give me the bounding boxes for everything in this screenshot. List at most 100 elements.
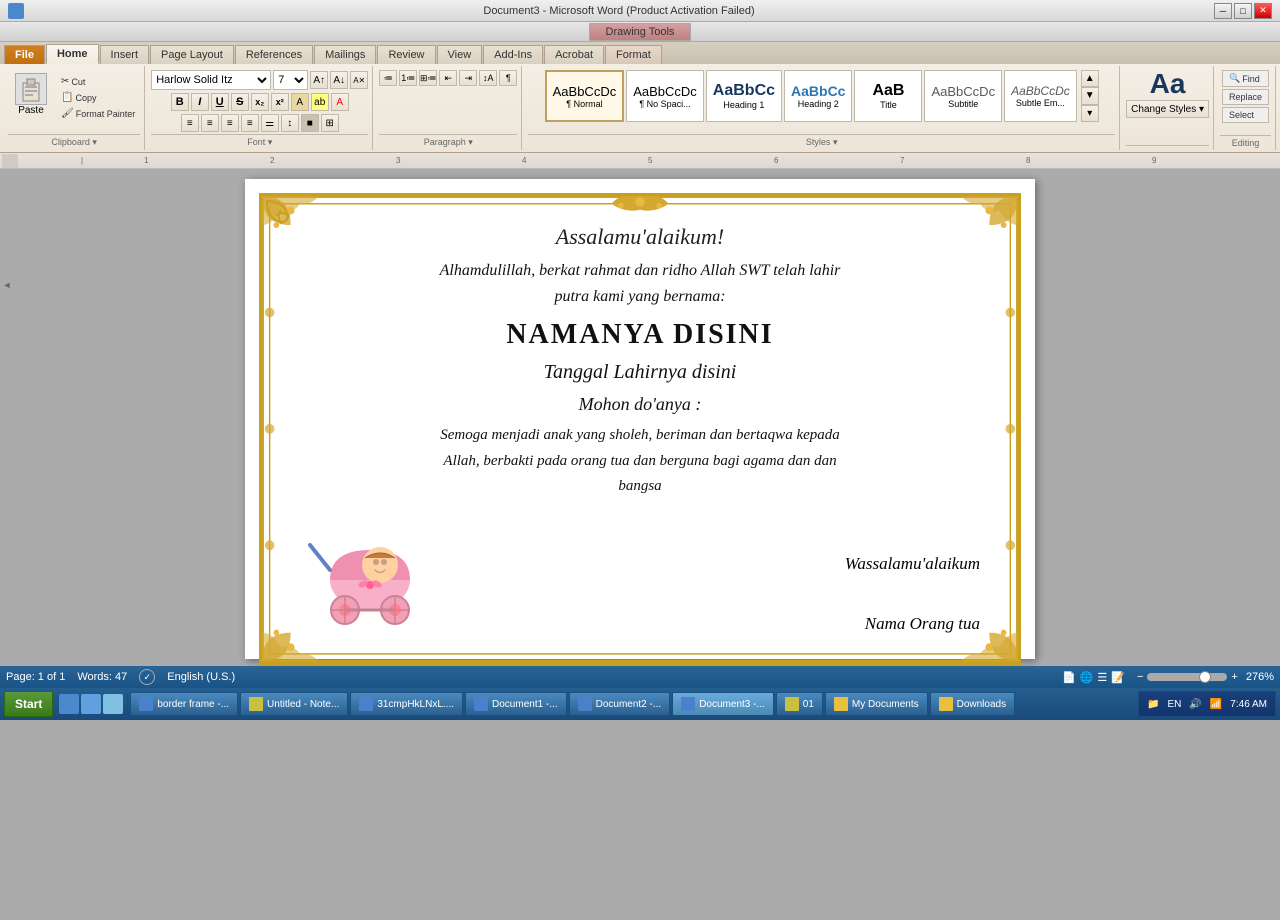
align-center-button[interactable]: ≡ [201, 114, 219, 132]
italic-button[interactable]: I [191, 93, 209, 111]
ribbon-content: Paste ✂ Cut 📋 Copy 🖌 Format [0, 64, 1280, 152]
cut-button[interactable]: ✂ Cut [56, 74, 140, 89]
copy-button[interactable]: 📋 Copy [56, 90, 140, 105]
tab-file[interactable]: File [4, 45, 45, 64]
taskbar-notepad[interactable]: Untitled - Note... [240, 692, 348, 716]
tab-mailings[interactable]: Mailings [314, 45, 376, 64]
style-subtitle[interactable]: AaBbCcDc Subtitle [924, 70, 1002, 122]
style-no-spacing[interactable]: AaBbCcDc ¶ No Spaci... [626, 70, 704, 122]
zoom-out-btn[interactable]: − [1137, 671, 1143, 683]
style-normal[interactable]: AaBbCcDc ¶ Normal [545, 70, 625, 122]
style-title[interactable]: AaB Title [854, 70, 922, 122]
replace-button[interactable]: Replace [1222, 89, 1269, 105]
decrease-font-button[interactable]: A↓ [330, 71, 348, 89]
tray-network[interactable]: 📶 [1210, 699, 1222, 710]
font-color-button[interactable]: A [331, 93, 349, 111]
strikethrough-button[interactable]: S [231, 93, 249, 111]
tray-volume[interactable]: 🔊 [1189, 699, 1201, 710]
shading-button[interactable]: ■ [301, 114, 319, 132]
line-spacing-button[interactable]: ↕ [281, 114, 299, 132]
increase-indent-button[interactable]: ⇥ [459, 70, 477, 86]
style-heading2[interactable]: AaBbCc Heading 2 [784, 70, 852, 122]
style-heading1[interactable]: AaBbCc Heading 1 [706, 70, 782, 122]
editing-group-label: Editing [1220, 135, 1271, 148]
tab-references[interactable]: References [235, 45, 313, 64]
show-hide-button[interactable]: ¶ [499, 70, 517, 86]
bold-button[interactable]: B [171, 93, 189, 111]
view-outline-btn[interactable]: ☰ [1097, 671, 1107, 684]
text-effects-button[interactable]: A [291, 93, 309, 111]
quick-launch-ie[interactable] [59, 694, 79, 714]
font-size-select[interactable]: 7 [273, 70, 308, 90]
taskbar-doc3[interactable]: Document3 -... [672, 692, 774, 716]
invitation-content: Assalamu'alaikum! Alhamdulillah, berkat … [270, 204, 1010, 654]
proofing-icon[interactable]: ✓ [139, 669, 155, 685]
style-subtle-em[interactable]: AaBbCcDc Subtle Em... [1004, 70, 1077, 122]
zoom-in-btn[interactable]: + [1231, 671, 1237, 683]
view-print-btn[interactable]: 📄 [1062, 671, 1076, 684]
taskbar-downloads[interactable]: Downloads [930, 692, 1015, 716]
align-right-button[interactable]: ≡ [221, 114, 239, 132]
format-painter-button[interactable]: 🖌 Format Painter [56, 106, 140, 121]
increase-font-button[interactable]: A↑ [310, 71, 328, 89]
tab-page-layout[interactable]: Page Layout [150, 45, 234, 64]
tab-view[interactable]: View [437, 45, 483, 64]
taskbar-doc1[interactable]: Document1 -... [465, 692, 567, 716]
align-justify-button[interactable]: ≡ [241, 114, 259, 132]
tab-insert[interactable]: Insert [100, 45, 150, 64]
page-info: Page: 1 of 1 [6, 671, 65, 683]
tray-time: 7:46 AM [1230, 699, 1267, 710]
word-document[interactable]: Assalamu'alaikum! Alhamdulillah, berkat … [245, 179, 1035, 659]
styles-scroll-down[interactable]: ▼ [1081, 87, 1099, 104]
taskbar-downloads-icon [939, 697, 953, 711]
system-tray: 📁 EN 🔊 📶 7:46 AM [1138, 691, 1276, 717]
taskbar-doc2[interactable]: Document2 -... [569, 692, 671, 716]
paste-button[interactable]: Paste [8, 70, 54, 119]
tab-format[interactable]: Format [605, 45, 662, 64]
taskbar-my-documents[interactable]: My Documents [825, 692, 928, 716]
font-content: Harlow Solid Itz 7 A↑ A↓ A✕ B I U S x₂ x… [151, 68, 368, 134]
font-group-label: Font ▾ [151, 134, 368, 148]
select-button[interactable]: Select [1222, 107, 1269, 123]
maximize-button[interactable]: □ [1234, 3, 1252, 19]
change-styles-button[interactable]: Change Styles ▾ [1126, 100, 1209, 118]
tab-review[interactable]: Review [377, 45, 435, 64]
tab-home[interactable]: Home [46, 44, 99, 64]
taskbar-31cmp[interactable]: 31cmpHkLNxL.... [350, 692, 463, 716]
clear-format-button[interactable]: A✕ [350, 71, 368, 89]
styles-scroll-up[interactable]: ▲ [1081, 70, 1099, 87]
borders-button[interactable]: ⊞ [321, 114, 339, 132]
subscript-button[interactable]: x₂ [251, 93, 269, 111]
taskbar-01[interactable]: 01 [776, 692, 823, 716]
decrease-indent-button[interactable]: ⇤ [439, 70, 457, 86]
clipboard-group: Paste ✂ Cut 📋 Copy 🖌 Format [4, 66, 145, 150]
minimize-button[interactable]: ─ [1214, 3, 1232, 19]
multilevel-button[interactable]: ⊞≔ [419, 70, 437, 86]
zoom-slider[interactable] [1147, 673, 1227, 681]
font-name-select[interactable]: Harlow Solid Itz [151, 70, 271, 90]
taskbar-doc3-icon [681, 697, 695, 711]
ribbon-tabs: File Home Insert Page Layout References … [0, 42, 1280, 64]
numbering-button[interactable]: 1≔ [399, 70, 417, 86]
highlight-button[interactable]: ab [311, 93, 329, 111]
superscript-button[interactable]: x² [271, 93, 289, 111]
styles-content: AaBbCcDc ¶ Normal AaBbCcDc ¶ No Spaci...… [528, 68, 1115, 134]
tab-acrobat[interactable]: Acrobat [544, 45, 604, 64]
underline-button[interactable]: U [211, 93, 229, 111]
styles-more[interactable]: ▾ [1081, 105, 1099, 122]
tray-show-desktop[interactable]: 📁 [1147, 699, 1159, 710]
quick-launch-folder[interactable] [81, 694, 101, 714]
paragraph-group-label: Paragraph ▾ [379, 134, 517, 148]
bullets-button[interactable]: ≔ [379, 70, 397, 86]
view-web-btn[interactable]: 🌐 [1080, 671, 1094, 684]
language[interactable]: English (U.S.) [167, 671, 235, 683]
columns-button[interactable]: ⚌ [261, 114, 279, 132]
view-draft-btn[interactable]: 📝 [1111, 671, 1125, 684]
tab-add-ins[interactable]: Add-Ins [483, 45, 543, 64]
find-button[interactable]: 🔍Find [1222, 70, 1269, 87]
close-button[interactable]: ✕ [1254, 3, 1272, 19]
align-left-button[interactable]: ≡ [181, 114, 199, 132]
quick-launch-media[interactable] [103, 694, 123, 714]
sort-button[interactable]: ↕A [479, 70, 497, 86]
taskbar-border-frame[interactable]: border frame -... [130, 692, 238, 716]
